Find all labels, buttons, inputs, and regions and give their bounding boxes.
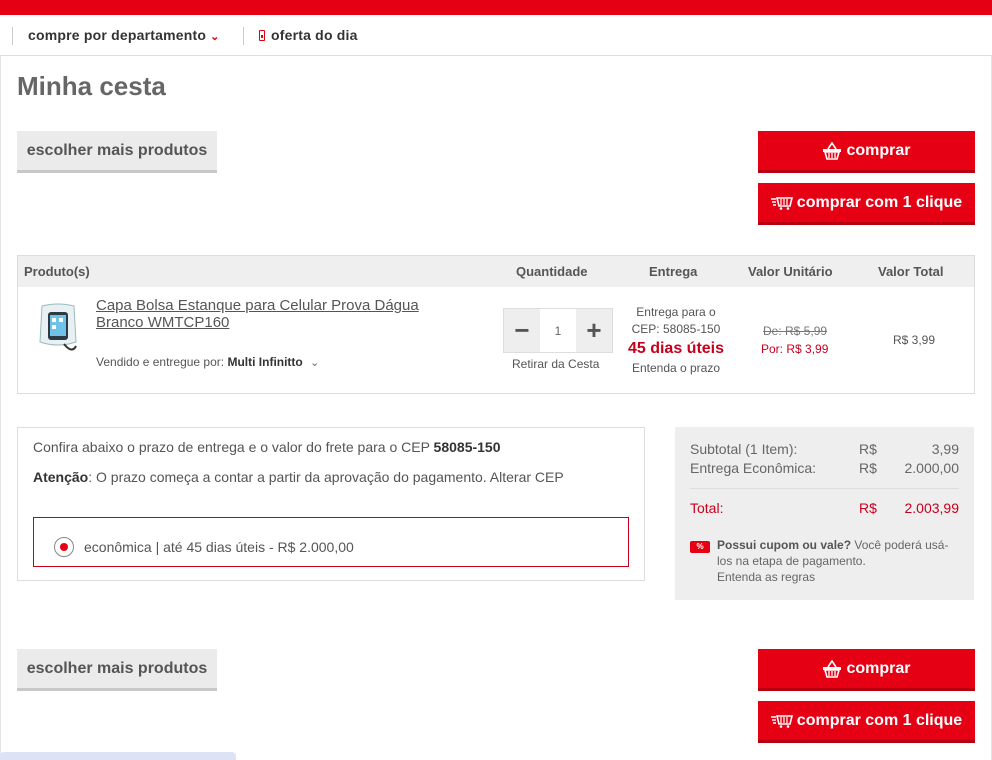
choose-more-products-button[interactable]: escolher mais produtos [17,649,217,691]
deal-of-day-link[interactable]: oferta do dia [259,27,358,43]
subtotal-label: Subtotal (1 Item): [690,441,798,457]
shipping-option-label: econômica | até 45 dias úteis - R$ 2.000… [84,539,354,555]
delivery-value: 2.000,00 [904,460,960,476]
order-summary: Subtotal (1 Item): R$ 3,99 Entrega Econô… [675,427,974,600]
shipping-info-text: Confira abaixo o prazo de entrega e o va… [33,439,430,455]
total-currency: R$ [859,500,877,516]
product-image [39,303,77,351]
button-label: comprar [846,659,911,677]
chevron-down-icon[interactable]: ⌄ [310,357,319,369]
button-label: escolher mais produtos [26,141,208,159]
departments-menu[interactable]: compre por departamento ⌄ [28,27,220,43]
subtotal-value: 3,99 [931,441,959,457]
coupon-tag-icon: % [690,541,710,553]
delivery-cep: CEP: 58085-150 [631,322,721,336]
product-name-link[interactable]: Capa Bolsa Estanque para Celular Prova D… [96,297,456,331]
summary-divider [690,488,959,489]
header-quantity: Quantidade [516,264,588,279]
seller-label: Vendido e entregue por: [96,355,225,369]
total-label: Total: [690,500,724,516]
shipping-options-box: Confira abaixo o prazo de entrega e o va… [17,427,645,581]
header-total-price: Valor Total [878,264,944,279]
delivery-days: 45 dias úteis [627,340,725,357]
total-value: 2.003,99 [904,500,960,516]
attention-text: : O prazo começa a contar a partir da ap… [88,469,564,485]
total-price: R$ 3,99 [893,333,936,347]
delivery-label: Entrega Econômica: [690,460,817,476]
brand-top-bar [0,0,992,15]
button-label: comprar com 1 clique [796,193,963,211]
delivery-info: Entrega para o CEP: 58085-150 45 dias út… [618,304,734,377]
seller-name: Multi Infinitto [227,355,303,369]
buy-one-click-button[interactable]: comprar com 1 clique [758,701,975,743]
cart-table-header: Produto(s) Quantidade Entrega Valor Unit… [18,256,974,287]
nav-divider [243,27,244,45]
fast-cart-icon [770,714,793,728]
basket-icon [823,659,842,678]
unit-price: Por: R$ 3,99 [761,342,829,356]
buy-one-click-button[interactable]: comprar com 1 clique [758,183,975,225]
button-label: escolher mais produtos [26,659,208,677]
coupon-question: Possui cupom ou vale? [717,538,852,552]
header-products: Produto(s) [24,264,90,279]
shipping-cep: 58085-150 [433,439,501,455]
choose-more-products-button[interactable]: escolher mais produtos [17,131,217,173]
delivery-currency: R$ [859,460,877,476]
delivery-terms-link[interactable]: Entenda o prazo [618,360,734,377]
old-price: De: R$ 5,99 [763,324,828,338]
shipping-option-economica[interactable]: econômica | até 45 dias úteis - R$ 2.000… [33,517,629,567]
departments-label: compre por departamento [28,27,207,43]
subtotal-currency: R$ [859,441,877,457]
shipping-option-radio[interactable] [54,537,74,557]
remove-from-cart-link[interactable]: Retirar da Cesta [512,357,599,371]
decrease-quantity-button[interactable]: − [504,309,540,352]
coupon-rules-link[interactable]: Entenda as regras [717,570,815,584]
header-delivery: Entrega [649,264,698,279]
coupon-info: Possui cupom ou vale? Você poderá usá-lo… [717,537,957,585]
deal-label: oferta do dia [271,27,358,43]
cart-table: Produto(s) Quantidade Entrega Valor Unit… [17,255,975,394]
button-label: comprar [846,141,911,159]
delivery-line: Entrega para o [636,305,716,319]
seller-info: Vendido e entregue por: Multi Infinitto … [96,355,319,369]
shopping-bag-icon [259,30,265,41]
nav-divider [12,27,13,45]
quantity-value[interactable]: 1 [540,309,576,352]
header-unit-price: Valor Unitário [748,264,833,279]
fast-cart-icon [770,196,793,210]
top-nav: compre por departamento ⌄ oferta do dia [0,15,992,56]
quantity-stepper: − 1 + [503,308,613,353]
buy-button[interactable]: comprar [758,649,975,691]
page-title: Minha cesta [17,71,166,101]
shipping-attention: Atenção: O prazo começa a contar a parti… [33,469,564,485]
chevron-down-icon: ⌄ [210,31,220,43]
attention-label: Atenção [33,469,89,485]
horizontal-scrollbar[interactable] [0,752,236,760]
increase-quantity-button[interactable]: + [576,309,612,352]
basket-icon [823,141,842,160]
buy-button[interactable]: comprar [758,131,975,173]
button-label: comprar com 1 clique [796,711,963,729]
shipping-info: Confira abaixo o prazo de entrega e o va… [33,439,501,455]
